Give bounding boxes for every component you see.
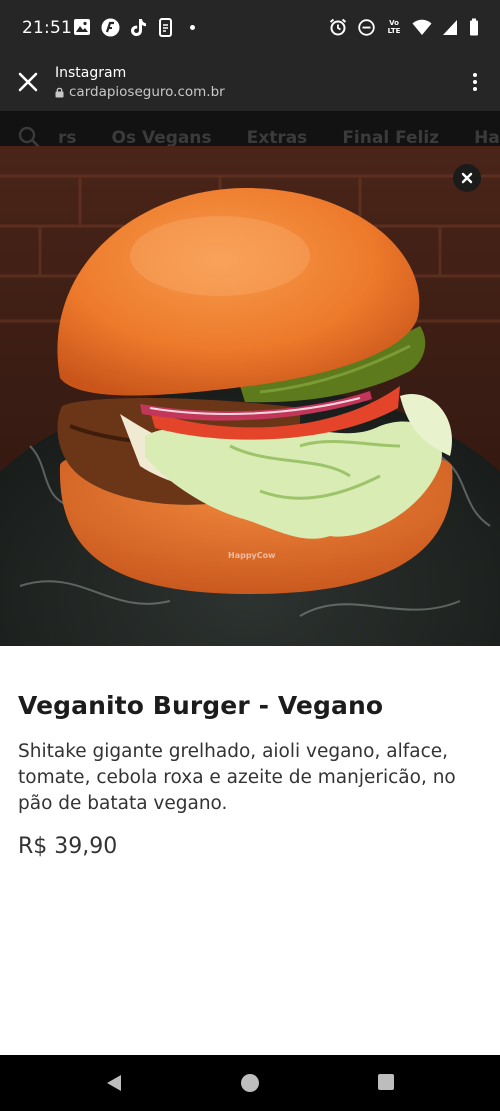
- product-image: HappyCow: [0, 146, 500, 646]
- category-tab[interactable]: rs: [58, 128, 77, 148]
- alarm-icon: [328, 17, 348, 37]
- tab-url[interactable]: cardapioseguro.com.br: [55, 84, 225, 100]
- product-title: Veganito Burger - Vegano: [18, 691, 384, 720]
- tiktok-icon: [128, 17, 148, 37]
- system-navigation-bar: [0, 1055, 500, 1111]
- category-tab[interactable]: Extras: [247, 128, 308, 148]
- custom-tab-toolbar: Instagram cardapioseguro.com.br: [0, 57, 500, 111]
- status-right-icons: Vo LTE: [328, 17, 480, 37]
- recents-icon[interactable]: [377, 1073, 395, 1095]
- product-price: R$ 39,90: [18, 834, 118, 859]
- category-tab[interactable]: Final Feliz: [342, 128, 439, 148]
- close-tab-icon[interactable]: [16, 70, 40, 94]
- signal-icon: [440, 17, 460, 37]
- status-time: 21:51: [22, 18, 72, 38]
- dnd-icon: [356, 17, 376, 37]
- wifi-icon: [412, 17, 432, 37]
- product-details: Veganito Burger - Vegano Shitake gigante…: [0, 646, 500, 1055]
- more-options-icon[interactable]: [470, 70, 480, 94]
- fx-icon: [100, 17, 120, 37]
- category-tab[interactable]: Os Vegans: [112, 128, 212, 148]
- burger-photo: HappyCow: [0, 146, 500, 646]
- volte-label: Vo LTE: [387, 19, 401, 35]
- watermark-text: HappyCow: [228, 551, 276, 560]
- lock-icon: [55, 87, 64, 97]
- category-tabs: rs Os Vegans Extras Final Feliz Hap: [58, 128, 500, 148]
- search-icon[interactable]: [18, 126, 40, 148]
- product-description: Shitake gigante grelhado, aioli vegano, …: [18, 741, 456, 814]
- close-modal-icon[interactable]: [453, 164, 481, 192]
- url-text: cardapioseguro.com.br: [69, 84, 225, 100]
- tab-title: Instagram: [55, 65, 127, 81]
- notification-dot: [190, 24, 195, 30]
- back-icon[interactable]: [104, 1073, 124, 1097]
- status-bar: 21:51 Vo LTE: [0, 0, 500, 57]
- home-icon[interactable]: [240, 1073, 260, 1097]
- volte-icon: Vo LTE: [384, 17, 404, 37]
- battery-icon: [468, 17, 480, 37]
- phone-link-icon: [156, 17, 176, 37]
- status-left-icons: [72, 17, 195, 37]
- gallery-icon: [72, 17, 92, 37]
- category-tab[interactable]: Hap: [474, 128, 500, 148]
- category-nav: rs Os Vegans Extras Final Feliz Hap: [0, 111, 500, 151]
